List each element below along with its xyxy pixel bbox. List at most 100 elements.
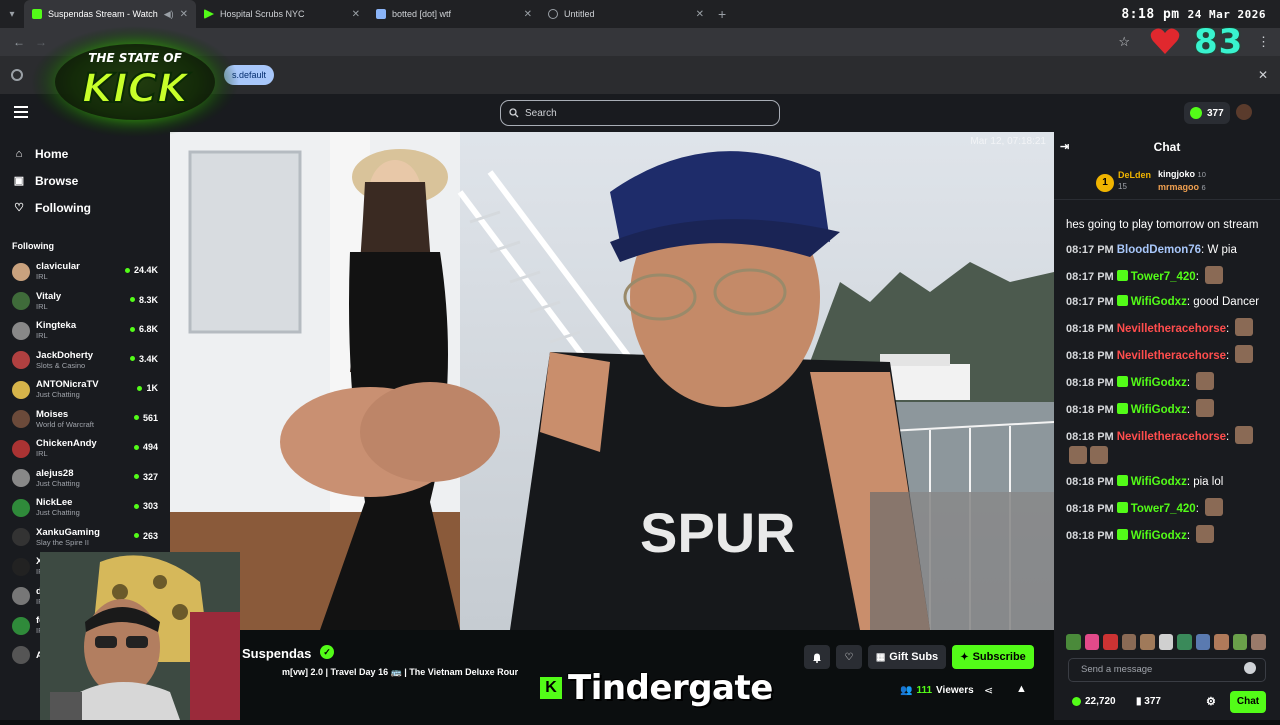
following-item[interactable]: Vitaly IRL 8.3K	[0, 287, 170, 317]
emote-icon[interactable]	[1158, 634, 1174, 650]
emote-icon[interactable]	[1140, 634, 1155, 650]
browser-tab[interactable]: Untitled ✕	[540, 0, 712, 28]
search-placeholder: Search	[525, 107, 557, 119]
home-icon: ⌂	[15, 147, 23, 160]
nav-browse[interactable]: ▣ Browse	[0, 167, 170, 194]
following-text: ChickenAndy IRL	[36, 438, 97, 459]
message-time: 08:18 PM	[1066, 323, 1114, 335]
emote-icon[interactable]	[1177, 634, 1192, 650]
back-icon[interactable]: ←	[8, 35, 30, 49]
following-item[interactable]: alejus28 Just Chatting 327	[0, 464, 170, 494]
message-user[interactable]: Nevilletheracehorse	[1117, 350, 1226, 362]
share-icon[interactable]: ⋖	[984, 684, 993, 697]
send-chat-button[interactable]: Chat	[1230, 691, 1266, 713]
following-item[interactable]: Moises World of Warcraft 561	[0, 405, 170, 435]
gift-leaderboard[interactable]: 1 DeLden 15 kingjoko 10 mrmagoo 6	[1054, 162, 1280, 200]
emote-icon[interactable]	[1214, 634, 1229, 650]
chat-panel: ⇥ Chat 1 DeLden 15 kingjoko 10 mrmagoo 6…	[1054, 132, 1280, 720]
message-user[interactable]: WifiGodxz	[1131, 530, 1187, 542]
streamer-name[interactable]: Suspendas	[242, 646, 311, 661]
search-input[interactable]: Search	[500, 100, 780, 126]
chat-message: 08:17 PM WifiGodxz: good Dancer	[1066, 293, 1272, 311]
site-favicon-icon	[376, 9, 386, 19]
subscribe-button[interactable]: ✦ Subscribe	[952, 645, 1034, 669]
browser-tab[interactable]: botted [dot] wtf ✕	[368, 0, 540, 28]
message-text: good Dancer	[1193, 296, 1260, 308]
following-category: Just Chatting	[36, 390, 80, 400]
emote-icon[interactable]	[1232, 634, 1248, 650]
bookmark-star-icon[interactable]: ☆	[1118, 34, 1130, 50]
close-icon[interactable]: ✕	[1258, 68, 1268, 82]
video-frame: SPUR	[170, 132, 1054, 630]
kick-logo-icon: K	[540, 677, 562, 699]
message-user[interactable]: Nevilletheracehorse	[1117, 323, 1226, 335]
notification-bell-button[interactable]	[804, 645, 830, 669]
tab-search-icon[interactable]: ▾	[0, 0, 24, 28]
chat-coins[interactable]: ▮ 377	[1136, 696, 1161, 707]
nav-following[interactable]: ♡ Following	[0, 194, 170, 221]
user-avatar[interactable]	[1236, 104, 1252, 120]
following-item[interactable]: clavicular IRL 24.4K	[0, 257, 170, 287]
following-item[interactable]: ChickenAndy IRL 494	[0, 434, 170, 464]
subscriber-badge-icon	[1116, 529, 1128, 540]
leaderboard-entry-3: mrmagoo 6	[1158, 182, 1206, 192]
leader-name: DeLden	[1118, 170, 1152, 180]
tab-close-icon[interactable]: ✕	[180, 9, 188, 20]
message-user[interactable]: Tower7_420	[1131, 503, 1196, 515]
report-warning-icon[interactable]: ▲	[1016, 683, 1027, 695]
message-user[interactable]: Nevilletheracehorse	[1117, 431, 1226, 443]
nav-following-label: Following	[35, 200, 91, 215]
collapse-chat-icon[interactable]: ⇥	[1060, 140, 1069, 153]
emote-icon[interactable]	[1084, 634, 1100, 650]
emote-icon[interactable]	[1121, 634, 1137, 650]
following-item[interactable]: XankuGaming Slay the Spire II 263	[0, 523, 170, 553]
colon: :	[1186, 377, 1194, 389]
message-user[interactable]: WifiGodxz	[1131, 404, 1187, 416]
kick-coins[interactable]: 377	[1184, 102, 1230, 124]
gift-subs-button[interactable]: ▦ Gift Subs	[868, 645, 946, 669]
following-item[interactable]: JackDoherty Slots & Casino 3.4K	[0, 346, 170, 376]
message-user[interactable]: Tower7_420	[1131, 271, 1196, 283]
viewer-count-text: 6.8K	[138, 324, 158, 334]
colon: :	[1195, 503, 1203, 515]
menu-kebab-icon[interactable]: ⋮	[1257, 34, 1270, 50]
heart-counter: 83	[1194, 22, 1244, 62]
emote-icon[interactable]	[1251, 634, 1267, 650]
following-category: IRL	[36, 272, 48, 282]
hamburger-menu-icon[interactable]	[14, 106, 28, 118]
settings-gear-icon[interactable]: ⚙	[1206, 695, 1216, 708]
follow-heart-button[interactable]: ♡	[836, 645, 862, 669]
logo-line1: THE STATE OF	[88, 51, 182, 65]
gift-subs-label: Gift Subs	[889, 651, 939, 663]
following-text: ANTONicraTV Just Chatting	[36, 379, 99, 400]
following-item[interactable]: ANTONicraTV Just Chatting 1K	[0, 375, 170, 405]
message-time: 08:17 PM	[1066, 296, 1114, 308]
chrome-icon[interactable]	[11, 69, 23, 81]
emoji-picker-icon[interactable]	[1244, 662, 1256, 674]
emote-icon[interactable]	[1066, 634, 1081, 650]
new-tab-button[interactable]: +	[712, 6, 732, 22]
message-user[interactable]: WifiGodxz	[1131, 296, 1187, 308]
message-time: 08:18 PM	[1066, 404, 1114, 416]
following-item[interactable]: Kingteka IRL 6.8K	[0, 316, 170, 346]
emote-icon[interactable]	[1195, 634, 1211, 650]
message-user[interactable]: WifiGodxz	[1131, 476, 1187, 488]
leaderboard-entry-2: kingjoko 10	[1158, 169, 1206, 179]
nav-home[interactable]: ⌂ Home	[0, 140, 170, 167]
chat-message-input[interactable]: Send a message	[1068, 658, 1266, 682]
emote-icon[interactable]	[1103, 634, 1118, 650]
message-user[interactable]: WifiGodxz	[1131, 377, 1187, 389]
following-item[interactable]: NickLee Just Chatting 303	[0, 493, 170, 523]
video-timestamp: Mar 12, 07:18:21	[970, 136, 1046, 147]
play-favicon-icon	[204, 9, 214, 19]
tab-close-icon[interactable]: ✕	[696, 9, 704, 20]
points-value: 22,720	[1085, 696, 1116, 707]
video-player[interactable]: SPUR Mar 12, 07:18:21	[170, 132, 1054, 630]
speaker-icon[interactable]: ◀)	[164, 9, 174, 20]
message-user[interactable]: BloodDemon76	[1117, 244, 1201, 256]
channel-points[interactable]: 22,720	[1072, 696, 1116, 707]
avatar	[12, 262, 30, 281]
tab-close-icon[interactable]: ✕	[352, 9, 360, 20]
avatar	[12, 469, 30, 488]
tab-close-icon[interactable]: ✕	[524, 9, 532, 20]
